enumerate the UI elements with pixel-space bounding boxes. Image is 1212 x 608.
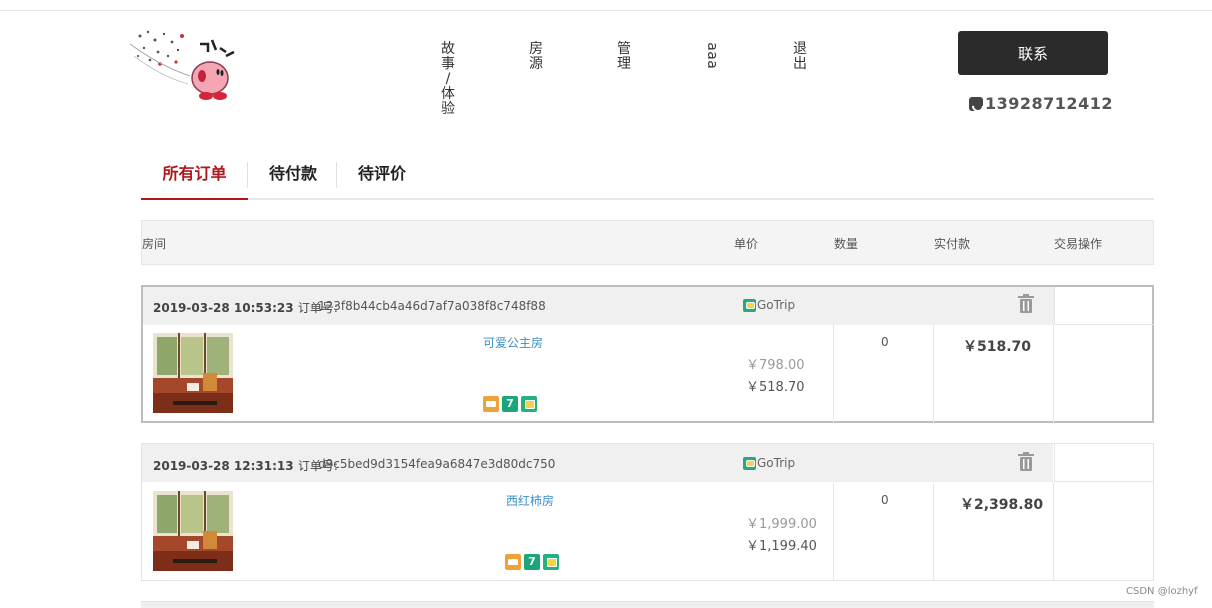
contact-button[interactable]: 联系 <box>958 31 1108 75</box>
order-number: 123f8b44cb4a46d7af7a038f8c748f88 <box>318 299 546 313</box>
order-header-spacer <box>1054 444 1154 482</box>
column-divider <box>933 483 934 581</box>
quantity: 0 <box>881 493 889 507</box>
order-date: 2019-03-28 12:31:13 订单号: <box>153 457 338 474</box>
tab-all-orders[interactable]: 所有订单 <box>141 152 248 200</box>
nav-char: 事 <box>441 56 455 72</box>
order-tabs: 所有订单 待付款 待评价 <box>141 152 1154 200</box>
col-quantity: 数量 <box>834 237 859 251</box>
nav-char: 理 <box>617 56 631 72</box>
shop-badge-icon <box>543 554 559 570</box>
column-divider <box>1053 325 1054 423</box>
shop-icon <box>743 298 756 312</box>
nav-char: / <box>445 71 451 87</box>
order-card: 2019-03-28 10:53:23 订单号: 123f8b44cb4a46d… <box>141 285 1154 423</box>
col-actions: 交易操作 <box>1054 237 1103 251</box>
room-thumbnail[interactable] <box>153 491 233 571</box>
column-divider <box>1053 483 1054 581</box>
phone-icon <box>969 96 983 111</box>
column-divider <box>933 325 934 423</box>
nav-item-manage[interactable]: 管 理 <box>616 42 632 72</box>
order-card: 2019-03-28 12:31:13 订单号: d9c5bed9d3154fe… <box>141 443 1154 581</box>
order-item: 可爱公主房 7 ￥798.00 ￥518.70 0 ￥518.70 <box>143 325 1152 423</box>
watermark: CSDN @lozhyf <box>1124 586 1200 597</box>
tab-pending-payment[interactable]: 待付款 <box>253 152 333 198</box>
original-price: ￥1,999.00 <box>746 517 817 532</box>
order-date-text: 2019-03-28 12:31:13 <box>153 459 294 473</box>
nav-char: 出 <box>793 56 807 72</box>
unit-price: ￥1,199.40 <box>746 539 817 554</box>
seven-day-icon: 7 <box>502 396 518 412</box>
card-payment-icon <box>483 396 499 412</box>
shop-icon <box>743 456 756 470</box>
trash-icon[interactable] <box>1018 452 1034 472</box>
col-paid: 实付款 <box>934 237 971 251</box>
order-table-header: 房间 单价 数量 实付款 交易操作 <box>141 220 1154 265</box>
logo[interactable] <box>129 26 242 106</box>
tab-pending-review[interactable]: 待评价 <box>341 152 423 198</box>
column-divider <box>833 483 834 581</box>
shop-link[interactable]: GoTrip <box>743 456 795 470</box>
seven-day-icon: 7 <box>524 554 540 570</box>
quantity: 0 <box>881 335 889 349</box>
order-header-spacer <box>1054 287 1154 325</box>
card-payment-icon <box>505 554 521 570</box>
next-order-header <box>141 601 1154 608</box>
order-date-text: 2019-03-28 10:53:23 <box>153 301 294 315</box>
paid-amount: ￥518.70 <box>963 339 1032 355</box>
nav-char: 源 <box>529 56 543 72</box>
order-date: 2019-03-28 10:53:23 订单号: <box>153 299 338 316</box>
tab-divider <box>336 162 337 188</box>
room-name-link[interactable]: 可爱公主房 <box>483 334 543 351</box>
shop-name: GoTrip <box>757 456 796 470</box>
col-unit-price: 单价 <box>734 237 759 251</box>
nav-char: 管 <box>617 41 631 57</box>
nav-item-user[interactable]: a a a <box>703 42 720 69</box>
order-number: d9c5bed9d3154fea9a6847e3d80dc750 <box>318 457 556 471</box>
nav-item-story[interactable]: 故 事 / 体 验 <box>440 42 456 117</box>
nav-char: a <box>703 51 720 60</box>
room-badges: 7 <box>483 396 537 412</box>
shop-name: GoTrip <box>757 298 796 312</box>
original-price: ￥798.00 <box>746 358 805 373</box>
nav-item-logout[interactable]: 退 出 <box>792 42 808 72</box>
nav-char: 故 <box>441 41 455 57</box>
tab-divider <box>247 162 248 188</box>
order-header: 2019-03-28 12:31:13 订单号: d9c5bed9d3154fe… <box>142 444 1053 482</box>
shop-link[interactable]: GoTrip <box>743 298 795 312</box>
phone-number: 13928712412 <box>969 94 1113 113</box>
nav-char: 验 <box>441 101 455 117</box>
nav-char: 房 <box>529 41 543 57</box>
paid-amount: ￥2,398.80 <box>960 497 1044 513</box>
unit-price: ￥518.70 <box>746 380 805 395</box>
room-name-link[interactable]: 西红柿房 <box>506 492 554 509</box>
trash-icon[interactable] <box>1018 294 1034 314</box>
phone-text: 13928712412 <box>985 94 1113 113</box>
top-divider <box>0 10 1212 11</box>
nav-char: 退 <box>793 41 807 57</box>
order-item: 西红柿房 7 ￥1,999.00 ￥1,199.40 0 ￥2,398.80 <box>142 483 1153 581</box>
order-header: 2019-03-28 10:53:23 订单号: 123f8b44cb4a46d… <box>143 287 1054 325</box>
nav-item-listings[interactable]: 房 源 <box>528 42 544 72</box>
room-thumbnail[interactable] <box>153 333 233 413</box>
nav-char: a <box>703 42 720 51</box>
column-divider <box>833 325 834 423</box>
shop-badge-icon <box>521 396 537 412</box>
col-room: 房间 <box>142 237 167 251</box>
room-badges: 7 <box>505 554 559 570</box>
nav-char: 体 <box>441 86 455 102</box>
nav-char: a <box>703 60 720 69</box>
